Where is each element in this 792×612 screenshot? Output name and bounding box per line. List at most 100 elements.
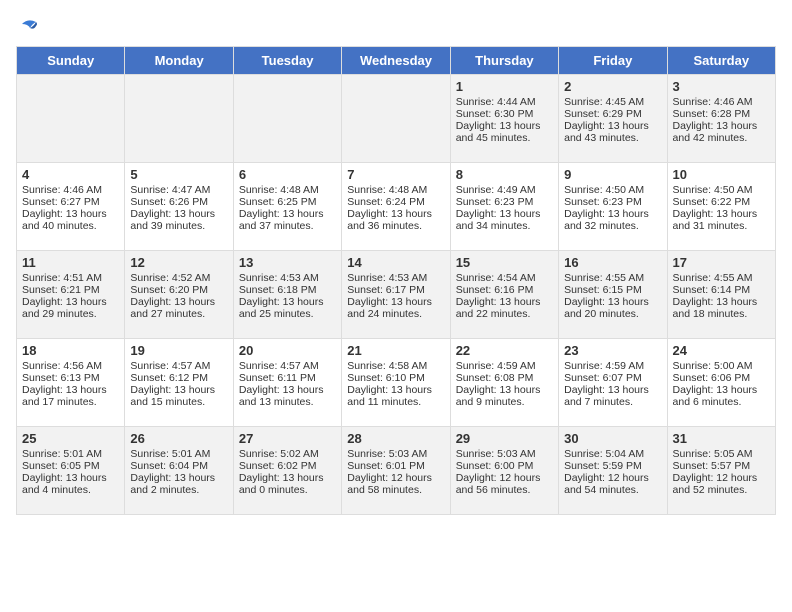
cell-info-line: Sunset: 6:10 PM: [347, 372, 444, 384]
calendar-cell: 5Sunrise: 4:47 AMSunset: 6:26 PMDaylight…: [125, 163, 233, 251]
calendar-cell: 4Sunrise: 4:46 AMSunset: 6:27 PMDaylight…: [17, 163, 125, 251]
cell-info-line: Sunset: 6:21 PM: [22, 284, 119, 296]
cell-info-line: Sunset: 6:08 PM: [456, 372, 553, 384]
cell-info-line: Daylight: 13 hours: [673, 120, 770, 132]
calendar-cell: 8 Sunrise: 4:49 AMSunset: 6:23 PMDaylight…: [450, 163, 558, 251]
cell-info-line: Sunrise: 5:03 AM: [456, 448, 553, 460]
cell-info-line: Sunset: 6:17 PM: [347, 284, 444, 296]
cell-info-line: and 27 minutes.: [130, 308, 227, 320]
calendar-cell: 3Sunrise: 4:46 AMSunset: 6:28 PMDaylight…: [667, 75, 775, 163]
calendar-cell: 26Sunrise: 5:01 AMSunset: 6:04 PMDayligh…: [125, 427, 233, 515]
cell-info-line: and 24 minutes.: [347, 308, 444, 320]
cell-info-line: Sunrise: 4:53 AM: [239, 272, 336, 284]
cell-info-line: Daylight: 13 hours: [564, 208, 661, 220]
calendar-week-row: 25Sunrise: 5:01 AMSunset: 6:05 PMDayligh…: [17, 427, 776, 515]
cell-info-line: and 22 minutes.: [456, 308, 553, 320]
cell-info-line: Daylight: 13 hours: [130, 296, 227, 308]
day-number: 10: [673, 167, 770, 182]
cell-info-line: Sunrise: 4:57 AM: [130, 360, 227, 372]
calendar-cell: 23Sunrise: 4:59 AMSunset: 6:07 PMDayligh…: [559, 339, 667, 427]
cell-info-line: and 20 minutes.: [564, 308, 661, 320]
cell-info-line: Sunrise: 4:46 AM: [673, 96, 770, 108]
cell-info-line: Sunrise: 4:48 AM: [239, 184, 336, 196]
cell-info-line: Daylight: 13 hours: [456, 120, 553, 132]
cell-info-line: Sunrise: 4:53 AM: [347, 272, 444, 284]
cell-info-line: and 29 minutes.: [22, 308, 119, 320]
cell-info-line: Daylight: 13 hours: [239, 296, 336, 308]
calendar-table: SundayMondayTuesdayWednesdayThursdayFrid…: [16, 46, 776, 515]
calendar-cell: 29Sunrise: 5:03 AMSunset: 6:00 PMDayligh…: [450, 427, 558, 515]
cell-info-line: Sunrise: 4:51 AM: [22, 272, 119, 284]
logo: [16, 16, 40, 38]
day-number: 8: [456, 167, 553, 182]
cell-info-line: Sunrise: 4:46 AM: [22, 184, 119, 196]
logo-bird-icon: [18, 16, 40, 38]
cell-info-line: Daylight: 12 hours: [347, 472, 444, 484]
cell-info-line: Daylight: 12 hours: [456, 472, 553, 484]
calendar-cell: 30Sunrise: 5:04 AMSunset: 5:59 PMDayligh…: [559, 427, 667, 515]
calendar-cell: 10Sunrise: 4:50 AMSunset: 6:22 PMDayligh…: [667, 163, 775, 251]
day-number: 17: [673, 255, 770, 270]
calendar-week-row: 18Sunrise: 4:56 AMSunset: 6:13 PMDayligh…: [17, 339, 776, 427]
cell-info-line: Sunset: 6:26 PM: [130, 196, 227, 208]
cell-info-line: Sunrise: 4:58 AM: [347, 360, 444, 372]
day-number: 26: [130, 431, 227, 446]
cell-info-line: and 2 minutes.: [130, 484, 227, 496]
calendar-cell: 31Sunrise: 5:05 AMSunset: 5:57 PMDayligh…: [667, 427, 775, 515]
cell-info-line: Sunrise: 5:01 AM: [130, 448, 227, 460]
day-number: 31: [673, 431, 770, 446]
day-number: 21: [347, 343, 444, 358]
cell-info-line: and 32 minutes.: [564, 220, 661, 232]
cell-info-line: Sunset: 6:07 PM: [564, 372, 661, 384]
calendar-cell: 11Sunrise: 4:51 AMSunset: 6:21 PMDayligh…: [17, 251, 125, 339]
day-number: 9: [564, 167, 661, 182]
cell-info-line: and 40 minutes.: [22, 220, 119, 232]
cell-info-line: Sunrise: 4:50 AM: [673, 184, 770, 196]
cell-info-line: Daylight: 13 hours: [347, 208, 444, 220]
cell-info-line: and 6 minutes.: [673, 396, 770, 408]
calendar-cell: 15Sunrise: 4:54 AMSunset: 6:16 PMDayligh…: [450, 251, 558, 339]
cell-info-line: Daylight: 13 hours: [673, 384, 770, 396]
cell-info-line: and 4 minutes.: [22, 484, 119, 496]
cell-info-line: Sunrise: 5:01 AM: [22, 448, 119, 460]
cell-info-line: and 43 minutes.: [564, 132, 661, 144]
cell-info-line: Sunrise: 4:57 AM: [239, 360, 336, 372]
cell-info-line: Daylight: 13 hours: [130, 208, 227, 220]
cell-info-line: and 9 minutes.: [456, 396, 553, 408]
cell-info-line: Daylight: 13 hours: [456, 296, 553, 308]
cell-info-line: Sunrise: 5:04 AM: [564, 448, 661, 460]
cell-info-line: Sunrise: 4:45 AM: [564, 96, 661, 108]
cell-info-line: Daylight: 13 hours: [456, 208, 553, 220]
cell-info-line: and 17 minutes.: [22, 396, 119, 408]
calendar-cell: [17, 75, 125, 163]
cell-info-line: Daylight: 13 hours: [22, 384, 119, 396]
calendar-cell: 2Sunrise: 4:45 AMSunset: 6:29 PMDaylight…: [559, 75, 667, 163]
calendar-week-row: 4Sunrise: 4:46 AMSunset: 6:27 PMDaylight…: [17, 163, 776, 251]
cell-info-line: Sunset: 6:23 PM: [456, 196, 553, 208]
weekday-header: Wednesday: [342, 47, 450, 75]
day-number: 28: [347, 431, 444, 446]
cell-info-line: Sunrise: 4:50 AM: [564, 184, 661, 196]
cell-info-line: and 54 minutes.: [564, 484, 661, 496]
cell-info-line: and 7 minutes.: [564, 396, 661, 408]
day-number: 2: [564, 79, 661, 94]
day-number: 29: [456, 431, 553, 446]
cell-info-line: Sunset: 6:22 PM: [673, 196, 770, 208]
day-number: 5: [130, 167, 227, 182]
cell-info-line: Sunrise: 4:49 AM: [456, 184, 553, 196]
day-number: 16: [564, 255, 661, 270]
calendar-cell: 19Sunrise: 4:57 AMSunset: 6:12 PMDayligh…: [125, 339, 233, 427]
cell-info-line: and 25 minutes.: [239, 308, 336, 320]
cell-info-line: Daylight: 13 hours: [564, 120, 661, 132]
cell-info-line: Sunset: 6:11 PM: [239, 372, 336, 384]
calendar-cell: 24Sunrise: 5:00 AMSunset: 6:06 PMDayligh…: [667, 339, 775, 427]
calendar-cell: 17Sunrise: 4:55 AMSunset: 6:14 PMDayligh…: [667, 251, 775, 339]
cell-info-line: Sunrise: 5:03 AM: [347, 448, 444, 460]
day-number: 12: [130, 255, 227, 270]
calendar-week-row: 1Sunrise: 4:44 AMSunset: 6:30 PMDaylight…: [17, 75, 776, 163]
cell-info-line: Daylight: 13 hours: [22, 296, 119, 308]
cell-info-line: Sunset: 6:30 PM: [456, 108, 553, 120]
calendar-cell: 18Sunrise: 4:56 AMSunset: 6:13 PMDayligh…: [17, 339, 125, 427]
cell-info-line: Sunset: 6:01 PM: [347, 460, 444, 472]
cell-info-line: and 45 minutes.: [456, 132, 553, 144]
